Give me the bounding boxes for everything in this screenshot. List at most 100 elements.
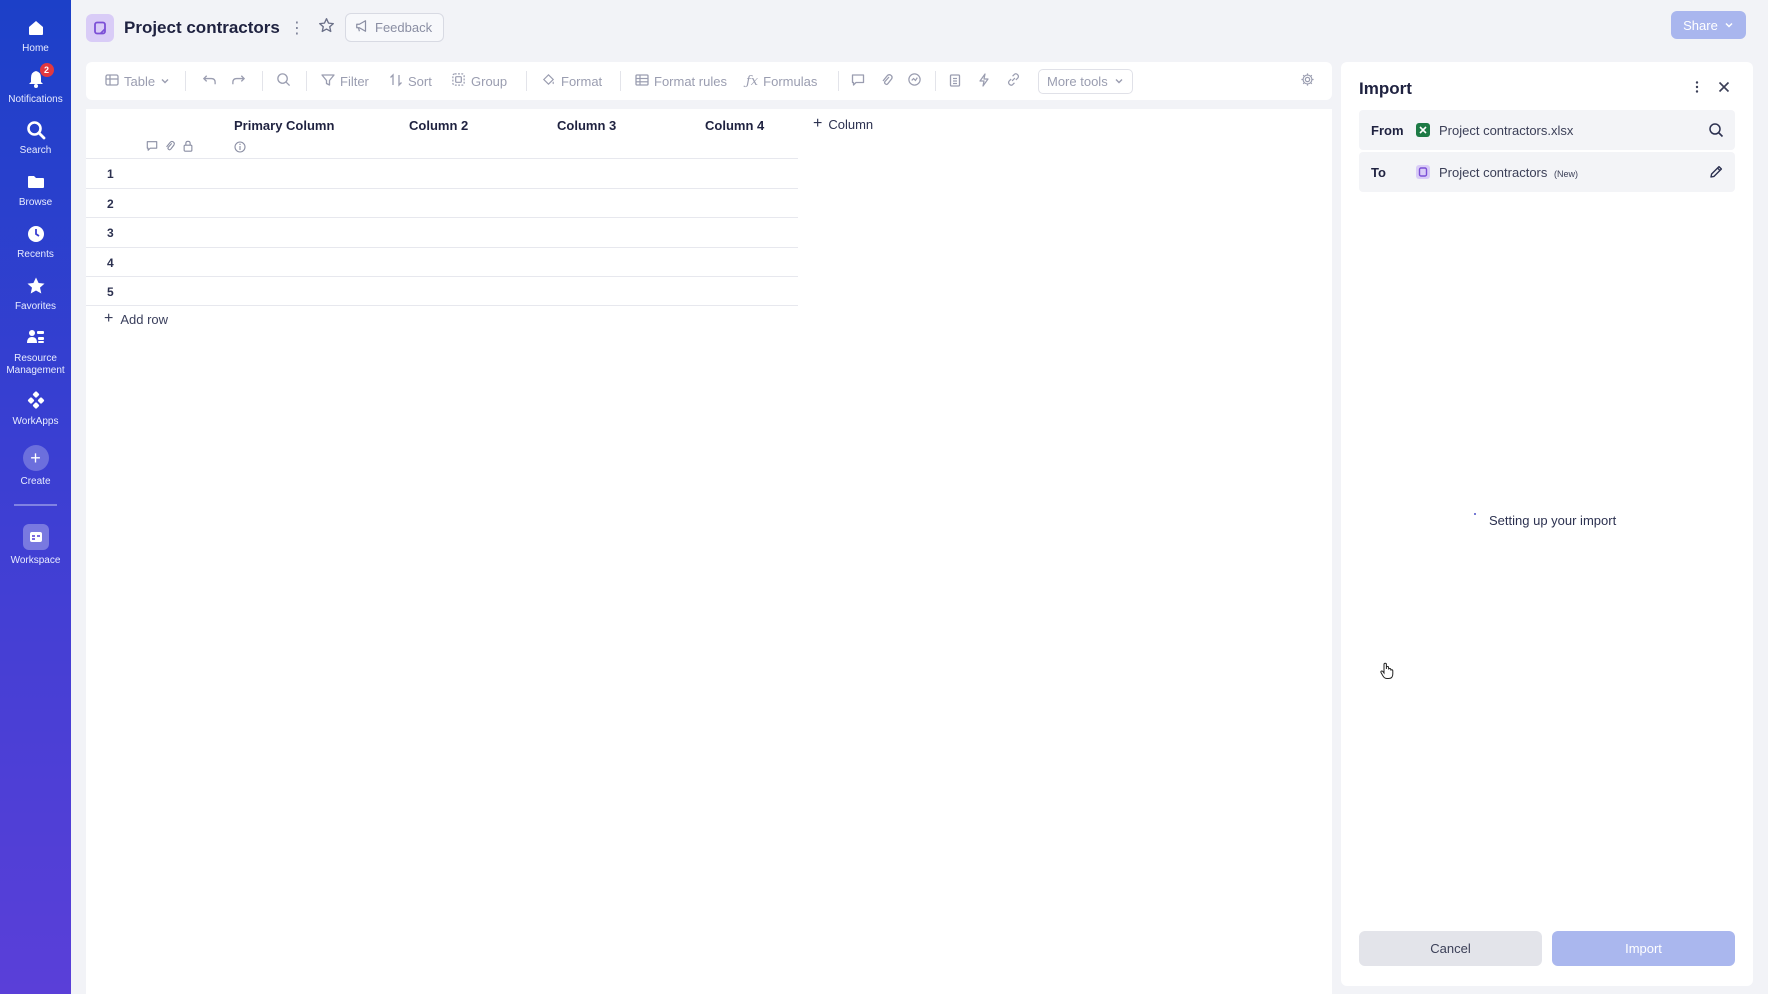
column-header-3[interactable]: Column 3	[557, 118, 616, 133]
toolbar-divider	[306, 71, 307, 91]
nav-browse[interactable]: Browse	[0, 172, 71, 209]
people-icon	[26, 328, 46, 348]
redo-button[interactable]	[231, 62, 246, 100]
formulas-button[interactable]: ƒx Formulas	[746, 62, 817, 100]
toolbar-divider	[838, 71, 839, 91]
import-to-row: To Project contractors (New)	[1359, 152, 1735, 192]
table-row[interactable]: 5	[86, 276, 798, 306]
favorite-star-icon[interactable]	[318, 17, 335, 39]
redo-icon	[231, 72, 246, 90]
format-rules-button[interactable]: Format rules	[635, 62, 727, 100]
workspace-icon	[22, 524, 49, 550]
format-button[interactable]: Format	[541, 62, 602, 100]
group-icon	[451, 72, 466, 90]
add-row-button[interactable]: + Add row	[104, 311, 168, 327]
bell-icon: 2	[26, 63, 54, 89]
nav-notifications[interactable]: 2 Notifications	[0, 63, 71, 106]
filter-icon	[321, 73, 335, 90]
import-status-text: Setting up your import	[1489, 513, 1617, 528]
megaphone-icon	[355, 19, 369, 36]
nav-favorites-label: Favorites	[14, 301, 57, 312]
add-column-button[interactable]: + Column	[813, 116, 873, 132]
activity-log-button[interactable]	[907, 62, 922, 100]
format-rules-icon	[635, 73, 649, 90]
toolbar-divider	[935, 71, 936, 91]
column-header-primary[interactable]: Primary Column	[234, 118, 334, 133]
nav-create[interactable]: + Create	[0, 445, 71, 488]
table-icon	[105, 73, 119, 90]
nav-resource-management[interactable]: Resource Management	[0, 328, 71, 377]
cancel-button[interactable]: Cancel	[1359, 931, 1542, 966]
to-label: To	[1371, 164, 1386, 180]
column-header-2[interactable]: Column 2	[409, 118, 468, 133]
close-icon[interactable]	[1717, 80, 1731, 99]
undo-button[interactable]	[202, 62, 217, 100]
pencil-icon[interactable]	[1708, 164, 1724, 185]
feedback-button[interactable]: Feedback	[345, 13, 445, 42]
to-sheet-name: Project contractors (New)	[1439, 165, 1578, 180]
from-file-name: Project contractors.xlsx	[1439, 122, 1574, 138]
filter-button[interactable]: Filter	[321, 62, 369, 100]
view-switcher-table[interactable]: Table	[105, 62, 170, 100]
row-header-icons	[146, 139, 194, 157]
clock-icon	[26, 224, 46, 244]
nav-workapps[interactable]: WorkApps	[0, 391, 71, 428]
plus-icon: +	[104, 310, 114, 327]
sheet-settings-button[interactable]	[1300, 62, 1315, 100]
search-icon[interactable]	[1708, 122, 1724, 143]
chevron-down-icon	[1724, 18, 1734, 33]
sort-icon	[389, 72, 403, 90]
toolbar-divider	[262, 71, 263, 91]
more-tools-label: More tools	[1047, 74, 1108, 89]
nav-recents[interactable]: Recents	[0, 224, 71, 261]
sheet-title: Project contractors	[124, 18, 280, 37]
row-number: 2	[107, 197, 114, 211]
nav-favorites[interactable]: Favorites	[0, 276, 71, 313]
plus-icon: +	[22, 445, 49, 471]
nav-workspace[interactable]: Workspace	[0, 524, 71, 567]
automation-button[interactable]	[977, 62, 991, 100]
toolbar-divider	[620, 71, 621, 91]
sheet-icon	[1416, 165, 1430, 179]
connections-button[interactable]	[1006, 62, 1021, 100]
plus-icon: +	[813, 115, 823, 132]
from-label: From	[1371, 122, 1404, 138]
nav-workspace-label: Workspace	[10, 555, 61, 566]
table-row[interactable]: 2	[86, 188, 798, 218]
row-number: 1	[107, 167, 114, 181]
lock-icon	[182, 139, 194, 157]
attachments-button[interactable]	[880, 62, 894, 100]
comment-icon	[851, 73, 865, 90]
info-icon[interactable]	[234, 140, 246, 158]
more-options-icon[interactable]: ⋮	[289, 18, 305, 38]
activity-icon	[907, 72, 922, 90]
nav-home[interactable]: Home	[0, 18, 71, 55]
hand-cursor-icon	[1379, 662, 1395, 685]
table-row[interactable]: 3	[86, 217, 798, 247]
sort-label: Sort	[408, 73, 432, 89]
row-number: 5	[107, 285, 114, 299]
paint-bucket-icon	[541, 72, 556, 90]
nav-browse-label: Browse	[18, 197, 53, 208]
table-row[interactable]: 4	[86, 247, 798, 277]
share-label: Share	[1683, 17, 1718, 33]
notifications-badge: 2	[39, 63, 54, 77]
import-button[interactable]: Import	[1552, 931, 1735, 966]
paperclip-icon	[880, 73, 894, 90]
comments-button[interactable]	[851, 62, 865, 100]
forms-button[interactable]	[948, 62, 962, 100]
table-row[interactable]: 1	[86, 158, 798, 188]
feedback-label: Feedback	[375, 20, 433, 35]
toolbar-divider	[526, 71, 527, 91]
add-row-label: Add row	[120, 311, 169, 327]
column-header-4[interactable]: Column 4	[705, 118, 764, 133]
kebab-menu-icon[interactable]	[1690, 80, 1704, 99]
nav-search[interactable]: Search	[0, 120, 71, 157]
group-button[interactable]: Group	[451, 62, 507, 100]
more-tools-button[interactable]: More tools	[1038, 69, 1133, 94]
search-sheet-button[interactable]	[276, 62, 291, 100]
share-button[interactable]: Share	[1671, 11, 1746, 39]
workapps-icon	[26, 391, 46, 411]
sort-button[interactable]: Sort	[389, 62, 432, 100]
chevron-down-icon	[160, 74, 170, 89]
